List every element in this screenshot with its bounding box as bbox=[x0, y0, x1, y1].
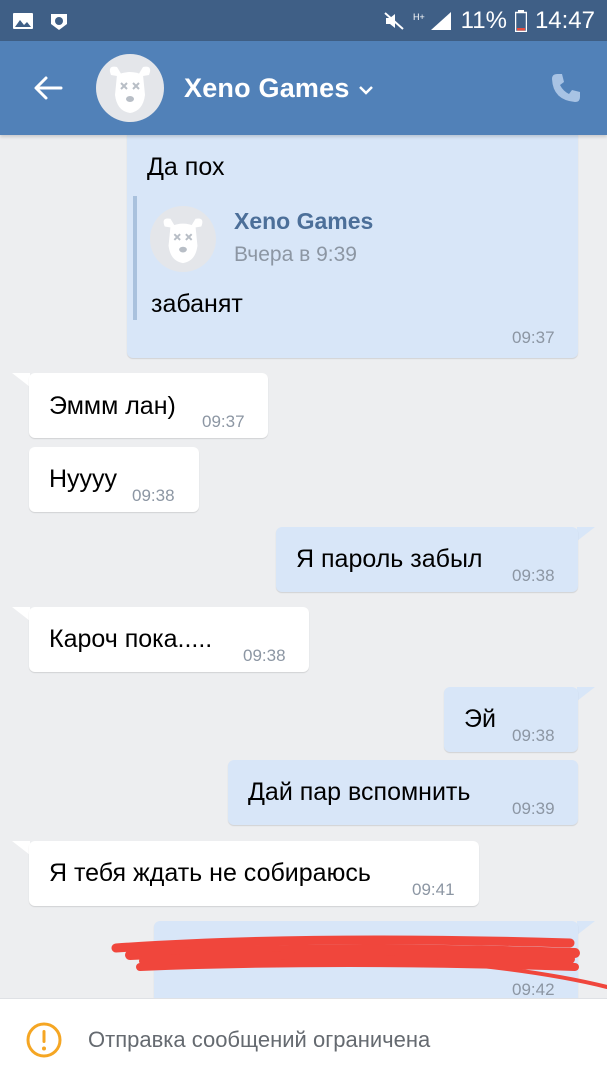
svg-text:H+: H+ bbox=[413, 12, 425, 22]
vk-icon bbox=[51, 13, 67, 30]
bubble-tail bbox=[12, 607, 30, 621]
status-bar: H+ 11% 14:47 bbox=[0, 0, 607, 41]
message-bubble-incoming[interactable]: Я тебя ждать не собираюсь 09:41 bbox=[29, 841, 479, 906]
warning-icon bbox=[26, 1022, 62, 1057]
message-bubble-outgoing[interactable]: Я пароль забыл 09:38 bbox=[276, 527, 578, 592]
message-bubble-incoming[interactable]: Кароч пока..... 09:38 bbox=[29, 607, 309, 672]
message-bubble-outgoing[interactable]: Дай пар вспомнить 09:39 bbox=[228, 760, 578, 825]
gallery-icon bbox=[13, 12, 33, 29]
message-text: Дай пар вспомнить bbox=[248, 778, 471, 806]
forwarded-text: забанят bbox=[151, 290, 243, 318]
message-text: Да пох bbox=[147, 153, 225, 181]
chat-title[interactable]: Xeno Games bbox=[184, 73, 350, 104]
message-text: Кароч пока..... bbox=[49, 625, 213, 653]
restriction-notice: Отправка сообщений ограничена bbox=[88, 1026, 431, 1052]
message-time: 09:39 bbox=[512, 799, 555, 818]
avatar[interactable] bbox=[96, 54, 164, 122]
dog-avatar-icon bbox=[109, 66, 151, 113]
message-time: 09:38 bbox=[512, 726, 555, 745]
bubble-tail bbox=[12, 373, 30, 387]
dog-avatar-icon bbox=[163, 218, 203, 264]
back-arrow-icon bbox=[34, 76, 63, 100]
forwarded-date: Вчера в 9:39 bbox=[234, 243, 357, 266]
message-text: Эй bbox=[464, 705, 496, 733]
message-bubble-incoming[interactable]: Эммм лан) 09:37 bbox=[29, 373, 268, 438]
battery-level: 11% bbox=[460, 6, 507, 34]
forwarded-quote-bar bbox=[133, 196, 137, 320]
bubble-tail bbox=[12, 841, 30, 855]
message-text: Я пароль забыл bbox=[296, 545, 483, 573]
chevron-down-icon[interactable] bbox=[358, 85, 374, 95]
signal-icon: H+ bbox=[413, 11, 451, 30]
message-bubble-incoming[interactable]: Нуууу 09:38 bbox=[29, 447, 199, 512]
message-time: 09:38 bbox=[512, 566, 555, 585]
message-text: Эммм лан) bbox=[49, 392, 176, 420]
bubble-tail bbox=[577, 687, 595, 701]
battery-icon bbox=[514, 9, 527, 32]
message-time: 09:38 bbox=[243, 646, 286, 665]
chat-header: Xeno Games bbox=[0, 41, 607, 135]
mute-icon bbox=[384, 11, 404, 30]
message-time: 09:37 bbox=[202, 412, 245, 431]
message-bubble-outgoing[interactable]: Эй 09:38 bbox=[444, 687, 578, 752]
message-time: 09:41 bbox=[412, 880, 455, 899]
message-text: Нуууу bbox=[49, 465, 118, 493]
message-time: 09:37 bbox=[512, 328, 555, 347]
message-text: Я тебя ждать не собираюсь bbox=[49, 859, 371, 887]
back-button[interactable] bbox=[0, 41, 96, 135]
bubble-tail bbox=[577, 527, 595, 541]
bubble-tail bbox=[577, 921, 595, 935]
phone-icon[interactable] bbox=[549, 71, 583, 105]
message-time: 09:38 bbox=[132, 486, 175, 505]
forwarded-author[interactable]: Xeno Games bbox=[234, 208, 373, 235]
forwarded-avatar bbox=[150, 206, 216, 272]
message-restriction-bar: Отправка сообщений ограничена bbox=[0, 998, 607, 1080]
clock: 14:47 bbox=[534, 6, 595, 34]
